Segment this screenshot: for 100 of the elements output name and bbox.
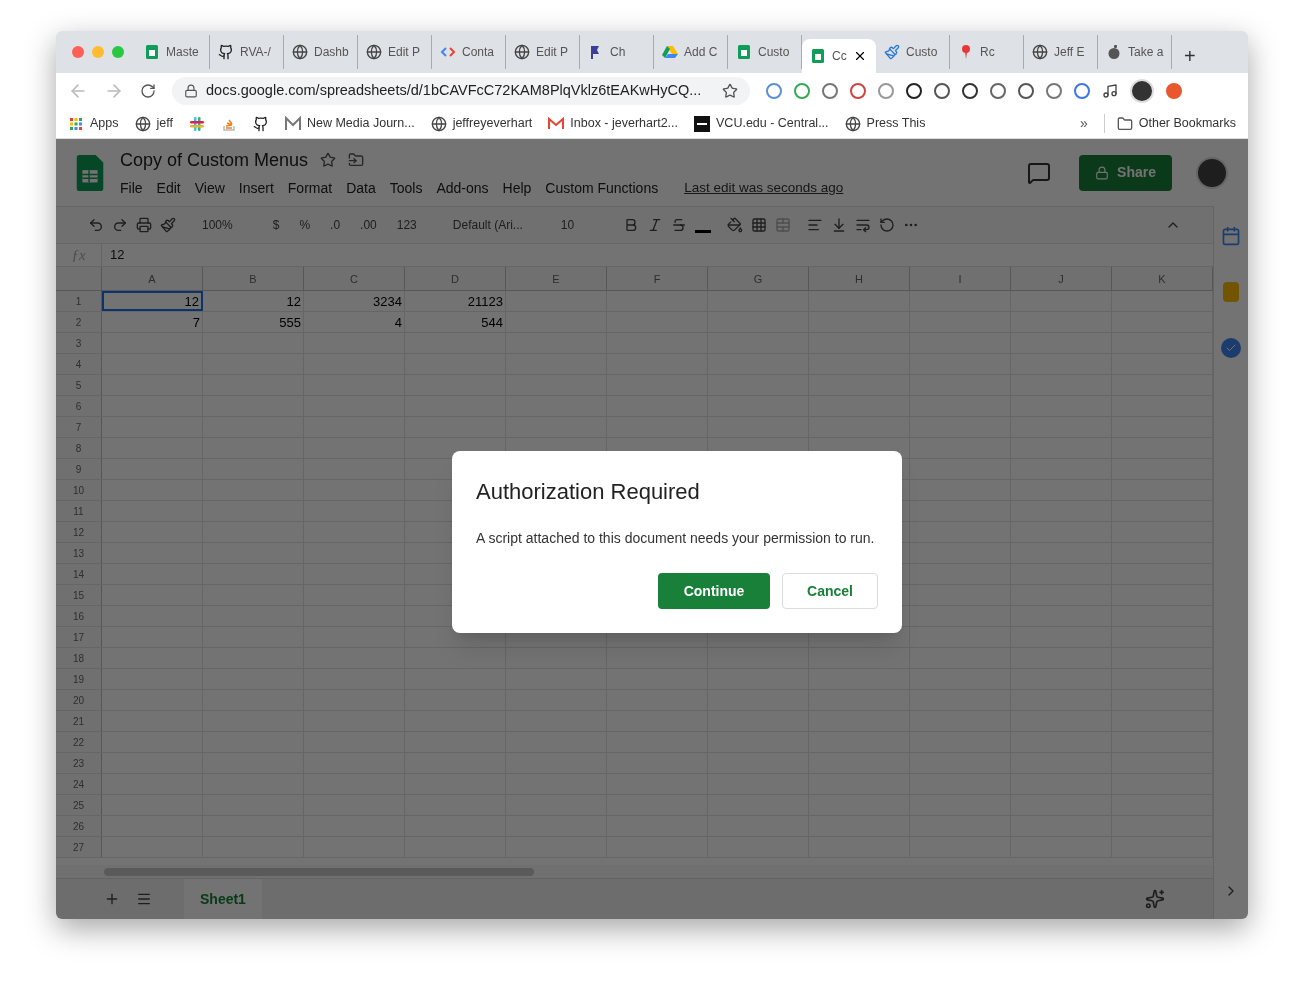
browser-tab[interactable]: Rc [950, 35, 1024, 69]
menu-item[interactable]: Add-ons [436, 177, 489, 199]
last-edit-link[interactable]: Last edit was seconds ago [684, 177, 844, 199]
menu-item[interactable]: Data [346, 177, 376, 199]
bookmark-link[interactable]: jeff [156, 114, 173, 133]
table-cell[interactable]: 12 [102, 291, 203, 311]
row-header[interactable]: 13 [56, 543, 102, 563]
table-cell[interactable]: 12 [203, 291, 304, 311]
percent-button[interactable]: % [293, 216, 317, 234]
table-cell[interactable]: 3234 [304, 291, 405, 311]
column-header[interactable]: G [708, 267, 809, 290]
row-header[interactable]: 25 [56, 795, 102, 815]
browser-tab[interactable]: Edit P [506, 35, 580, 69]
sheet-tab[interactable]: Sheet1 [184, 879, 262, 919]
new-tab-button[interactable]: + [1172, 39, 1208, 73]
row-header[interactable]: 6 [56, 396, 102, 416]
redo-icon[interactable] [112, 217, 128, 233]
browser-tab[interactable]: Maste [136, 35, 210, 69]
row-header[interactable]: 23 [56, 753, 102, 773]
browser-tab[interactable]: Edit P [358, 35, 432, 69]
row-header[interactable]: 7 [56, 417, 102, 437]
bookmark-link[interactable]: New Media Journ... [306, 114, 415, 133]
paint-format-icon[interactable] [160, 217, 176, 233]
row-header[interactable]: 24 [56, 774, 102, 794]
comments-icon[interactable] [1027, 160, 1052, 185]
row-header[interactable]: 1 [56, 291, 102, 311]
column-header[interactable]: J [1011, 267, 1112, 290]
star-icon[interactable] [320, 152, 337, 168]
move-folder-icon[interactable] [348, 152, 365, 168]
bookmark-link[interactable]: VCU.edu - Central... [716, 114, 829, 133]
extension-icon[interactable] [962, 83, 978, 99]
formula-field[interactable]: 12 [102, 245, 133, 265]
bookmark-link[interactable]: jeffreyeverhart [452, 114, 533, 133]
row-header[interactable]: 4 [56, 354, 102, 374]
sheets-logo-icon[interactable] [76, 154, 104, 191]
row-header[interactable]: 19 [56, 669, 102, 689]
row-header[interactable]: 16 [56, 606, 102, 626]
browser-tab[interactable]: Cc [802, 39, 876, 73]
row-header[interactable]: 14 [56, 564, 102, 584]
explore-icon[interactable] [1145, 889, 1165, 909]
browser-tab[interactable]: Conta [432, 35, 506, 69]
row-header[interactable]: 18 [56, 648, 102, 668]
avatar-icon[interactable] [1130, 79, 1154, 103]
borders-icon[interactable] [750, 217, 767, 233]
row-header[interactable]: 3 [56, 333, 102, 353]
other-bookmarks-link[interactable]: Other Bookmarks [1138, 114, 1236, 133]
bookmark-star-icon[interactable] [722, 83, 738, 99]
row-header[interactable]: 27 [56, 837, 102, 857]
column-header[interactable]: F [607, 267, 708, 290]
row-header[interactable]: 21 [56, 711, 102, 731]
column-header[interactable]: C [304, 267, 405, 290]
extension-icon[interactable] [934, 83, 950, 99]
column-header[interactable]: B [203, 267, 304, 290]
print-icon[interactable] [136, 217, 152, 233]
menu-item[interactable]: Insert [238, 177, 274, 199]
font-select[interactable]: Default (Ari... [446, 216, 547, 234]
table-cell[interactable]: 544 [405, 312, 506, 332]
cancel-button[interactable]: Cancel [782, 573, 878, 609]
extension-icon[interactable] [1018, 83, 1034, 99]
number-format-select[interactable]: 123 [390, 216, 423, 234]
more-bookmarks-button[interactable]: » [1079, 113, 1088, 134]
row-header[interactable]: 10 [56, 480, 102, 500]
column-header[interactable]: H [809, 267, 910, 290]
address-bar[interactable]: docs.google.com/spreadsheets/d/1bCAVFcC72KAM8PlqVklz6tEAKwHyCQ... [172, 77, 750, 105]
add-sheet-icon[interactable] [104, 891, 120, 907]
bookmark-link[interactable]: Apps [90, 114, 119, 133]
strikethrough-icon[interactable] [670, 217, 687, 233]
row-header[interactable]: 26 [56, 816, 102, 836]
row-header[interactable]: 22 [56, 732, 102, 752]
text-wrap-icon[interactable] [854, 217, 871, 233]
align-icon[interactable] [806, 217, 823, 233]
browser-tab[interactable]: Ch [580, 35, 654, 69]
bookmark-link[interactable]: Inbox - jeverhart2... [570, 114, 678, 133]
media-icon[interactable] [1102, 83, 1118, 99]
undo-icon[interactable] [88, 217, 104, 233]
browser-tab[interactable]: Jeff E [1024, 35, 1098, 69]
extension-icon[interactable] [906, 83, 922, 99]
zoom-select[interactable]: 100% [196, 216, 239, 234]
close-window-button[interactable] [72, 46, 84, 58]
table-cell[interactable]: 4 [304, 312, 405, 332]
table-cell[interactable]: 21123 [405, 291, 506, 311]
column-header[interactable]: E [506, 267, 607, 290]
continue-button[interactable]: Continue [658, 573, 770, 609]
column-header[interactable]: D [405, 267, 506, 290]
menu-item[interactable]: View [194, 177, 225, 199]
menu-item[interactable]: Help [502, 177, 532, 199]
calendar-icon[interactable] [1221, 226, 1241, 246]
row-header[interactable]: 15 [56, 585, 102, 605]
row-header[interactable]: 12 [56, 522, 102, 542]
row-header[interactable]: 8 [56, 438, 102, 458]
bookmark-link[interactable]: Press This [866, 114, 926, 133]
row-header[interactable]: 2 [56, 312, 102, 332]
browser-tab[interactable]: Add C [654, 35, 728, 69]
reload-icon[interactable] [140, 83, 156, 99]
all-sheets-icon[interactable] [136, 891, 152, 907]
increase-decimals-button[interactable]: .00 [354, 216, 383, 234]
menu-item[interactable]: Custom Functions [545, 177, 659, 199]
menu-item[interactable]: File [120, 177, 143, 199]
document-title[interactable]: Copy of Custom Menus [120, 146, 309, 174]
column-header[interactable]: K [1112, 267, 1213, 290]
